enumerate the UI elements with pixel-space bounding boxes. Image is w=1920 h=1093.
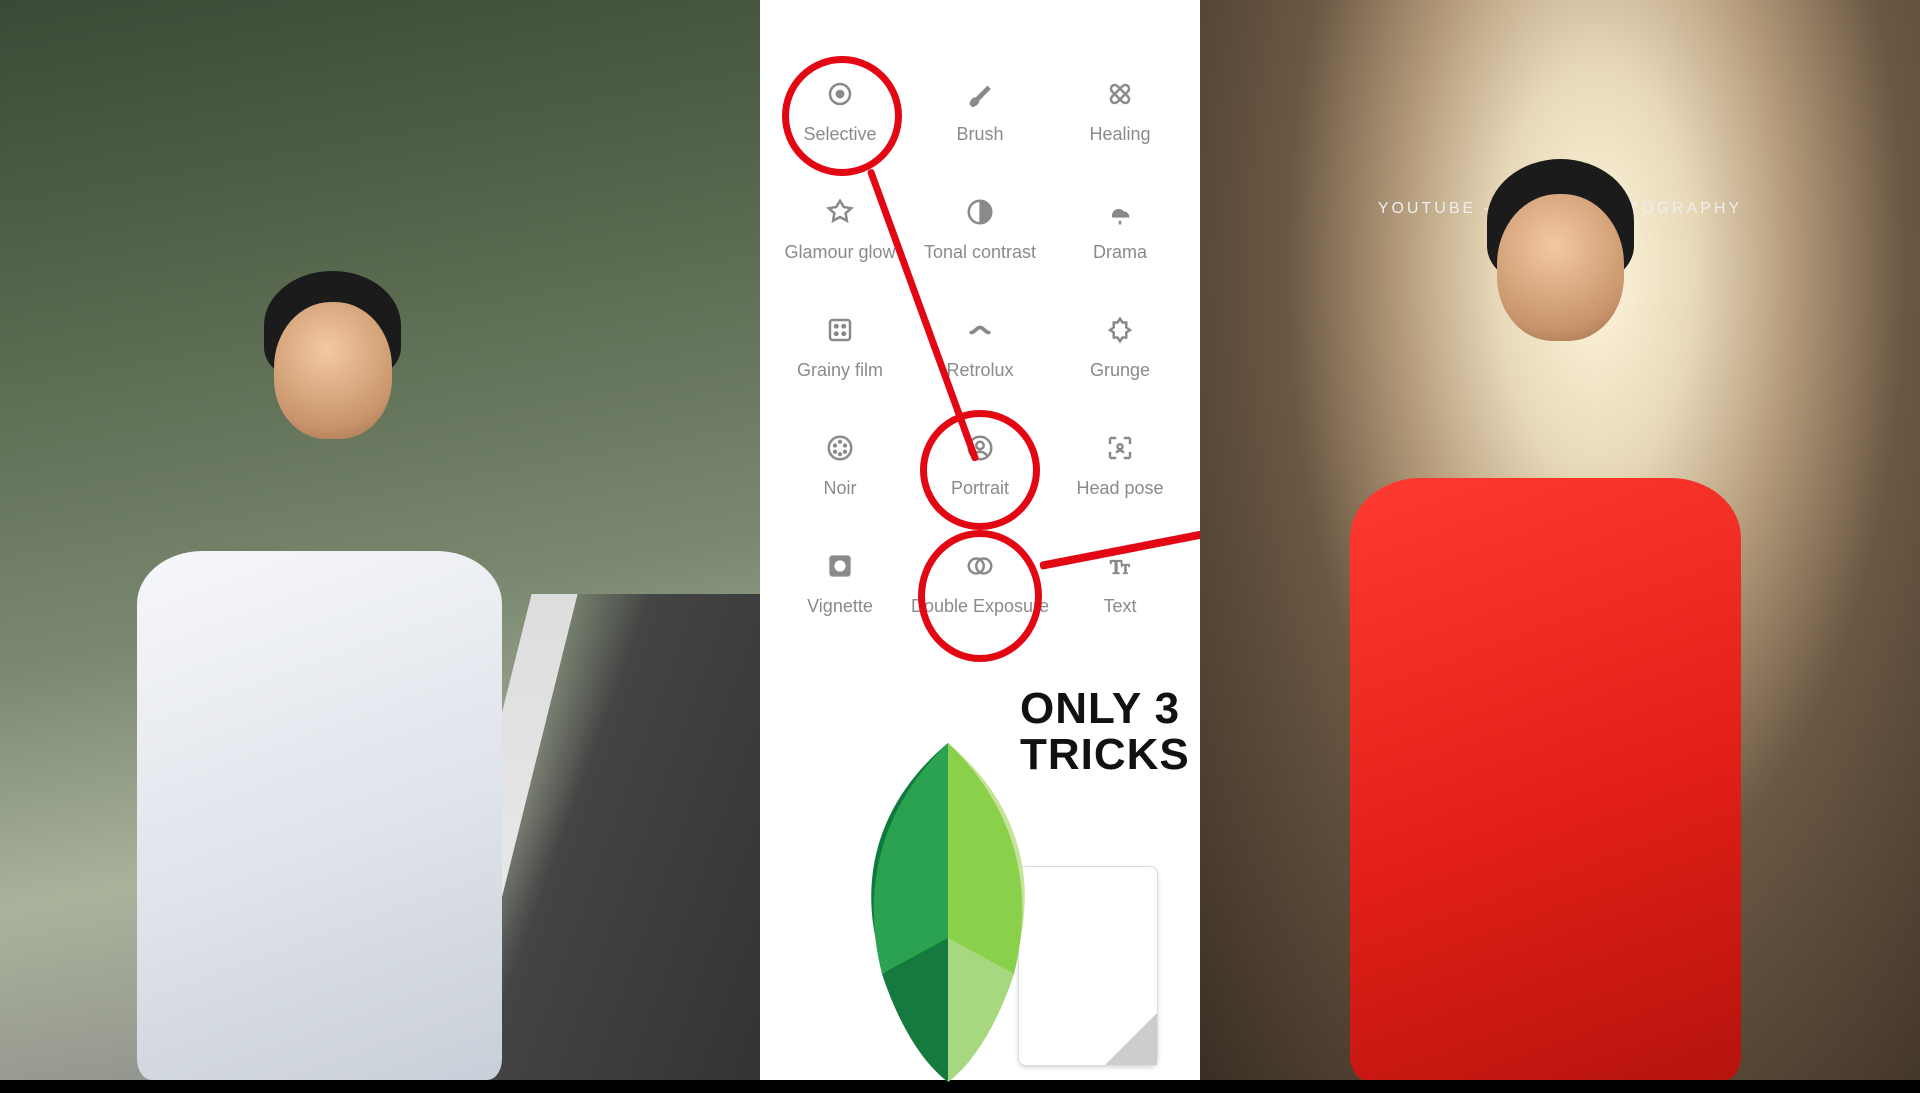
person-after bbox=[1301, 194, 1791, 1080]
double-exposure-icon bbox=[962, 548, 998, 584]
tool-label: Selective bbox=[803, 124, 876, 146]
tool-label: Tonal contrast bbox=[924, 242, 1036, 264]
tool-double-exposure[interactable]: Double Exposure bbox=[910, 548, 1050, 632]
tool-label: Grainy film bbox=[797, 360, 883, 382]
tool-label: Double Exposure bbox=[911, 596, 1049, 618]
grainy-film-icon bbox=[822, 312, 858, 348]
head bbox=[1497, 194, 1624, 340]
noir-icon bbox=[822, 430, 858, 466]
tonal-contrast-icon bbox=[962, 194, 998, 230]
tool-noir[interactable]: Noir bbox=[770, 430, 910, 514]
brush-icon bbox=[962, 76, 998, 112]
tool-label: Text bbox=[1103, 596, 1136, 618]
tool-label: Brush bbox=[956, 124, 1003, 146]
tool-label: Vignette bbox=[807, 596, 873, 618]
head-pose-icon bbox=[1102, 430, 1138, 466]
tool-tonal-contrast[interactable]: Tonal contrast bbox=[910, 194, 1050, 278]
tool-label: Grunge bbox=[1090, 360, 1150, 382]
white-shirt bbox=[137, 551, 502, 1080]
tool-grunge[interactable]: Grunge bbox=[1050, 312, 1190, 396]
tool-label: Noir bbox=[823, 478, 856, 500]
leaf-icon bbox=[798, 728, 1098, 1088]
tool-label: Head pose bbox=[1076, 478, 1163, 500]
tool-glamour-glow[interactable]: Glamour glow bbox=[770, 194, 910, 278]
tool-drama[interactable]: Drama bbox=[1050, 194, 1190, 278]
snapseed-logo bbox=[798, 728, 1158, 1088]
text-icon: TT bbox=[1102, 548, 1138, 584]
tool-healing[interactable]: Healing bbox=[1050, 76, 1190, 160]
selective-icon bbox=[822, 76, 858, 112]
tool-head-pose[interactable]: Head pose bbox=[1050, 430, 1190, 514]
glamour-glow-icon bbox=[822, 194, 858, 230]
tool-portrait[interactable]: Portrait bbox=[910, 430, 1050, 514]
grunge-icon bbox=[1102, 312, 1138, 348]
before-photo bbox=[0, 0, 760, 1080]
tool-brush[interactable]: Brush bbox=[910, 76, 1050, 160]
tool-text[interactable]: TT Text bbox=[1050, 548, 1190, 632]
red-shirt bbox=[1350, 478, 1742, 1080]
tool-label: Portrait bbox=[951, 478, 1009, 500]
head bbox=[274, 302, 393, 438]
drama-icon bbox=[1102, 194, 1138, 230]
tool-grainy-film[interactable]: Grainy film bbox=[770, 312, 910, 396]
snapseed-tools-panel: Selective Brush Healing Glamour glow Ton bbox=[760, 0, 1200, 1080]
retrolux-icon bbox=[962, 312, 998, 348]
tool-retrolux[interactable]: Retrolux bbox=[910, 312, 1050, 396]
healing-icon bbox=[1102, 76, 1138, 112]
only3-line1: ONLY 3 bbox=[1020, 686, 1190, 732]
tool-label: Retrolux bbox=[946, 360, 1013, 382]
tool-grid: Selective Brush Healing Glamour glow Ton bbox=[760, 0, 1200, 632]
svg-text:T: T bbox=[1121, 562, 1130, 577]
tool-label: Drama bbox=[1093, 242, 1147, 264]
person-before bbox=[91, 302, 547, 1080]
tool-label: Glamour glow bbox=[784, 242, 895, 264]
tool-vignette[interactable]: Vignette bbox=[770, 548, 910, 632]
tool-selective[interactable]: Selective bbox=[770, 76, 910, 160]
vignette-icon bbox=[822, 548, 858, 584]
portrait-icon bbox=[962, 430, 998, 466]
tool-label: Healing bbox=[1089, 124, 1150, 146]
after-photo: YOUTUBE - YOGESH EDITOGRAPHY bbox=[1200, 0, 1920, 1080]
